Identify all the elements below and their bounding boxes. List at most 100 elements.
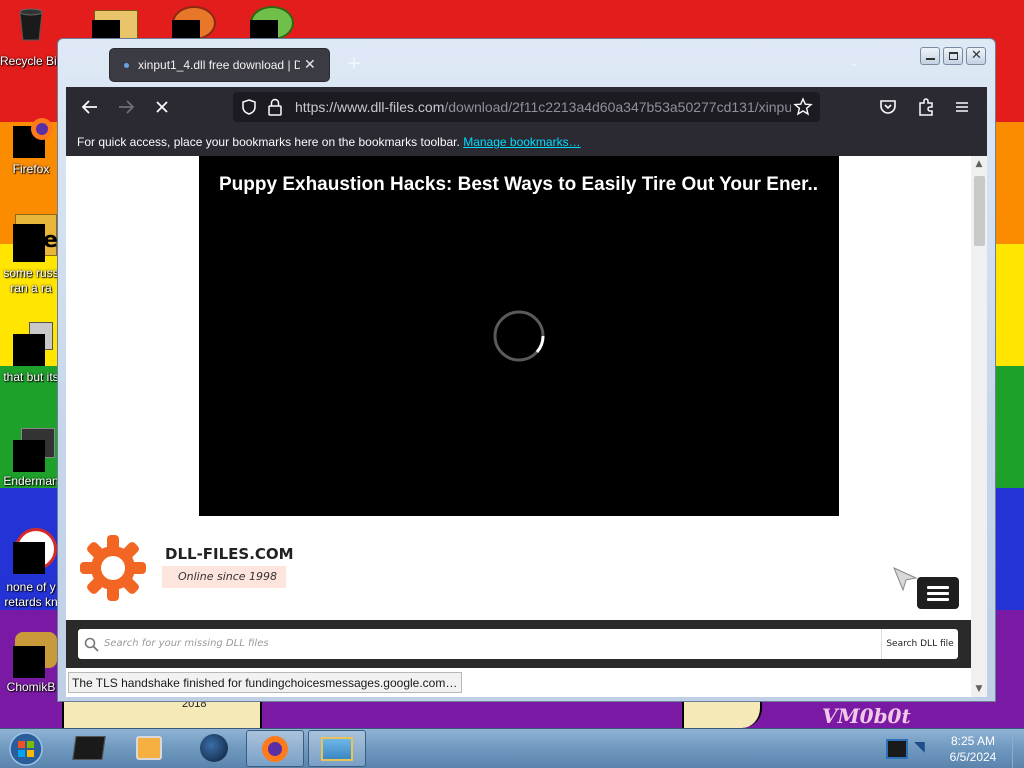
start-button[interactable] xyxy=(6,731,46,767)
desktop-icon-none-of-y[interactable]: none of y retards kn xyxy=(0,528,62,610)
desktop-icon-enderman[interactable]: Enderman xyxy=(0,426,62,489)
scroll-up-icon[interactable]: ▲ xyxy=(971,156,987,172)
tab-close-icon[interactable]: ✕ xyxy=(304,57,316,73)
stop-loading-button[interactable] xyxy=(150,95,174,119)
forward-arrow-icon xyxy=(119,100,135,114)
taskbar-app-media-player[interactable] xyxy=(120,730,178,767)
system-clock[interactable]: 8:25 AM 6/5/2024 xyxy=(940,733,1006,765)
new-tab-button[interactable]: + xyxy=(342,52,366,76)
puzzle-icon xyxy=(919,98,933,116)
search-placeholder: Search for your missing DLL files xyxy=(104,638,269,649)
desktop-icon-label: Recycle Bin xyxy=(0,54,62,68)
search-dll-button[interactable]: Search DLL file xyxy=(881,629,958,659)
show-desktop-button[interactable] xyxy=(1012,729,1024,768)
desktop-icon-chomik[interactable]: ChomikB xyxy=(0,632,62,695)
taskbar-app-terminal[interactable] xyxy=(60,730,118,767)
wallpaper-shape xyxy=(682,700,762,728)
tab-active[interactable]: xinput1_4.dll free download | DLL-files.… xyxy=(109,48,330,82)
tab-title: xinput1_4.dll free download | DLL-files.… xyxy=(138,58,300,72)
desktop-icon-label: ran a ra xyxy=(10,281,52,295)
minimize-button[interactable] xyxy=(920,47,940,65)
scroll-down-icon[interactable]: ▼ xyxy=(971,681,987,697)
desktop-icon-that-but-its[interactable]: that but its xyxy=(0,322,62,385)
minimize-icon xyxy=(926,58,935,60)
cursor-arrow-icon xyxy=(893,567,918,592)
desktop-icon-label: Firefox xyxy=(12,162,50,176)
taskbar-app-firefox[interactable] xyxy=(246,730,304,767)
video-title: Puppy Exhaustion Hacks: Best Ways to Eas… xyxy=(219,174,819,195)
tab-loading-indicator xyxy=(124,62,129,68)
redacted-block xyxy=(92,20,120,40)
maximize-button[interactable] xyxy=(943,47,963,65)
site-tagline: Online since 1998 xyxy=(162,566,286,588)
list-all-tabs-button[interactable]: ⌄ xyxy=(846,56,862,70)
pocket-button[interactable] xyxy=(876,95,900,119)
desktop-icon-label: retards kn xyxy=(4,595,58,609)
site-menu-button[interactable] xyxy=(917,577,959,609)
clock-date: 6/5/2024 xyxy=(949,750,997,764)
url-text: https://www.dll-files.com/download/2f11c… xyxy=(295,99,791,115)
redacted-block xyxy=(250,20,278,40)
video-player[interactable]: Puppy Exhaustion Hacks: Best Ways to Eas… xyxy=(199,156,839,516)
desktop-icon-some-russ[interactable]: e some russ ran a ra xyxy=(0,214,62,296)
app-window-icon xyxy=(13,426,55,472)
back-button[interactable] xyxy=(78,95,102,119)
url-host: https://www.dll-files.com xyxy=(295,99,445,115)
dll-search-input[interactable]: Search for your missing DLL files xyxy=(78,629,881,659)
site-brand-name: DLL-FILES.COM xyxy=(165,545,294,563)
desktop-icon-label: none of y xyxy=(6,580,56,594)
desktop-icon-firefox[interactable]: Firefox xyxy=(0,118,62,177)
scroll-thumb[interactable] xyxy=(974,176,985,246)
firefox-icon xyxy=(13,118,53,158)
hamster-icon xyxy=(13,632,57,678)
desktop-icon-label: Enderman xyxy=(3,474,59,488)
tracking-protection-shield-icon xyxy=(242,99,256,115)
app-menu-button[interactable] xyxy=(950,95,974,119)
taskbar-app-photos[interactable] xyxy=(308,730,366,767)
bookmarks-toolbar: For quick access, place your bookmarks h… xyxy=(66,126,987,156)
desktop-icon-label: that but its xyxy=(3,370,59,384)
navigation-toolbar: https://www.dll-files.com/download/2f11c… xyxy=(66,87,987,126)
browser-icon xyxy=(13,528,57,574)
search-band: Search for your missing DLL files Search… xyxy=(66,620,971,668)
forward-button[interactable] xyxy=(114,95,138,119)
search-icon xyxy=(84,637,99,652)
extensions-button[interactable] xyxy=(914,95,938,119)
hamburger-menu-icon xyxy=(956,102,968,112)
globe-icon xyxy=(200,734,228,762)
redacted-block xyxy=(172,20,200,40)
taskbar: ◥ 8:25 AM 6/5/2024 xyxy=(0,728,1024,768)
desktop-icon-label: ChomikB xyxy=(6,680,56,694)
manage-bookmarks-link[interactable]: Manage bookmarks… xyxy=(463,135,580,149)
wallpaper-text: VM0b0t xyxy=(822,704,911,728)
dll-files-logo[interactable] xyxy=(78,533,148,603)
browser-window: xinput1_4.dll free download | DLL-files.… xyxy=(57,38,996,702)
close-window-button[interactable]: ✕ xyxy=(966,47,986,65)
taskbar-app-globe[interactable] xyxy=(184,730,242,767)
speaker-icon[interactable]: ◥ xyxy=(914,739,932,759)
network-icon[interactable] xyxy=(886,739,908,759)
close-icon: ✕ xyxy=(971,48,982,63)
terminal-icon xyxy=(72,736,106,760)
bookmarks-hint: For quick access, place your bookmarks h… xyxy=(77,135,460,149)
maximize-icon xyxy=(949,52,958,60)
back-arrow-icon xyxy=(81,100,97,114)
wallpaper-shape xyxy=(62,700,262,728)
pocket-icon xyxy=(880,100,896,114)
document-icon: e xyxy=(13,214,58,262)
media-player-icon xyxy=(136,736,162,760)
desktop-icon-label: some russ xyxy=(3,266,59,280)
loading-spinner-icon xyxy=(493,310,545,362)
windows-orb-icon xyxy=(9,732,43,766)
vertical-scrollbar[interactable]: ▲ ▼ xyxy=(971,156,987,697)
window-stack-icon xyxy=(13,322,53,366)
status-panel: The TLS handshake finished for fundingch… xyxy=(68,672,463,693)
desktop-icon-recycle-bin[interactable]: Recycle Bin xyxy=(0,6,62,69)
url-bar[interactable]: https://www.dll-files.com/download/2f11c… xyxy=(233,92,820,122)
url-path: /download/2f11c2213a4d60a347b53a50277cd1… xyxy=(444,99,791,115)
lock-icon xyxy=(268,98,282,116)
gear-logo-icon xyxy=(80,535,146,601)
firefox-icon xyxy=(262,736,288,762)
picture-viewer-icon xyxy=(321,737,353,761)
recycle-bin-icon xyxy=(15,6,47,41)
